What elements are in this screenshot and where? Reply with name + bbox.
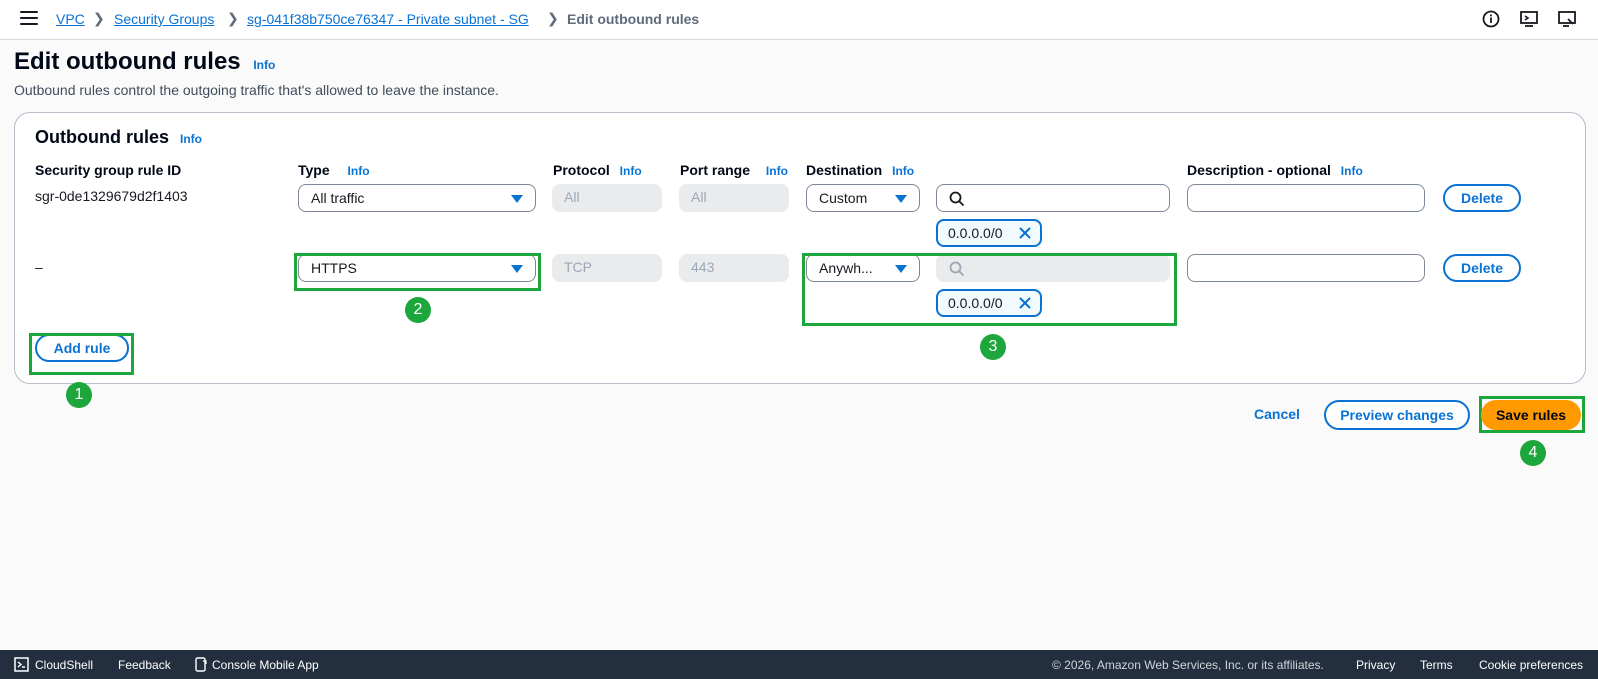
rule-id: sgr-0de1329679d2f1403 — [35, 188, 188, 204]
protocol-input: TCP — [552, 254, 662, 282]
cloudshell-icon — [14, 657, 29, 672]
type-select-value: All traffic — [311, 190, 365, 206]
column-header-destination-text: Destination — [806, 162, 883, 178]
chevron-right-icon: ❯ — [93, 10, 105, 26]
highlight-destination — [802, 253, 1177, 326]
description-input[interactable] — [1187, 184, 1425, 212]
page-description: Outbound rules control the outgoing traf… — [14, 82, 499, 98]
top-navigation-bar: VPC ❯ Security Groups ❯ sg-041f38b750ce7… — [0, 0, 1598, 40]
column-header-protocol: Protocol Info — [553, 162, 642, 178]
delete-button[interactable]: Delete — [1443, 184, 1521, 212]
port-range-input: 443 — [679, 254, 789, 282]
caret-down-icon — [895, 195, 907, 203]
column-header-description: Description - optional Info — [1187, 162, 1363, 178]
protocol-input: All — [552, 184, 662, 212]
footer: CloudShell Feedback Console Mobile App ©… — [0, 650, 1598, 679]
split-panel-icon[interactable] — [1557, 9, 1577, 29]
close-icon[interactable] — [1018, 226, 1032, 240]
description-info-link[interactable]: Info — [1341, 164, 1363, 178]
cancel-button[interactable]: Cancel — [1254, 406, 1300, 422]
breadcrumb-security-group[interactable]: sg-041f38b750ce76347 - Private subnet - … — [247, 11, 529, 27]
highlight-type-select — [294, 253, 541, 291]
step-marker-3: 3 — [980, 334, 1006, 360]
chevron-right-icon: ❯ — [547, 10, 559, 26]
footer-cloudshell-link[interactable]: CloudShell — [35, 658, 93, 672]
protocol-info-link[interactable]: Info — [620, 164, 642, 178]
page-title: Edit outbound rules Info — [14, 48, 275, 76]
column-header-destination: Destination Info — [806, 162, 914, 178]
column-header-port-range: Port range Info — [680, 162, 788, 178]
preview-changes-button[interactable]: Preview changes — [1324, 400, 1470, 430]
column-header-port-range-text: Port range — [680, 162, 751, 178]
chevron-right-icon: ❯ — [227, 10, 239, 26]
column-header-type-text: Type — [298, 162, 330, 178]
card-title-text: Outbound rules — [35, 127, 169, 147]
footer-cookie-preferences-link[interactable]: Cookie preferences — [1479, 658, 1583, 672]
column-header-protocol-text: Protocol — [553, 162, 610, 178]
save-rules-button[interactable]: Save rules — [1481, 400, 1581, 430]
column-header-description-text: Description - optional — [1187, 162, 1331, 178]
hamburger-menu-icon[interactable] — [20, 11, 38, 27]
card-title: Outbound rules Info — [35, 127, 202, 148]
info-circle-icon[interactable] — [1481, 9, 1501, 29]
breadcrumb-current: Edit outbound rules — [567, 11, 700, 27]
search-icon — [949, 191, 965, 207]
destination-search-input[interactable] — [936, 184, 1170, 212]
step-marker-1: 1 — [66, 382, 92, 408]
page-info-link[interactable]: Info — [253, 58, 275, 72]
destination-select-value: Custom — [819, 190, 868, 206]
mobile-app-icon — [195, 657, 207, 672]
breadcrumb-link-vpc[interactable]: VPC — [56, 11, 85, 27]
destination-token-text: 0.0.0.0/0 — [948, 225, 1003, 241]
outbound-rules-card: Outbound rules Info Security group rule … — [14, 112, 1586, 384]
destination-select[interactable]: Custom — [806, 184, 920, 212]
breadcrumb-vpc[interactable]: VPC — [56, 11, 85, 27]
column-header-rule-id: Security group rule ID — [35, 162, 182, 178]
footer-feedback-link[interactable]: Feedback — [118, 658, 171, 672]
rule-id: – — [35, 259, 43, 275]
footer-privacy-link[interactable]: Privacy — [1356, 658, 1395, 672]
breadcrumb-link-security-groups[interactable]: Security Groups — [114, 11, 214, 27]
destination-info-link[interactable]: Info — [892, 164, 914, 178]
footer-mobile-app-link[interactable]: Console Mobile App — [212, 658, 319, 672]
port-range-info-link[interactable]: Info — [766, 164, 788, 178]
type-select[interactable]: All traffic — [298, 184, 536, 212]
caret-down-icon — [511, 195, 523, 203]
type-info-link[interactable]: Info — [348, 164, 370, 178]
card-info-link[interactable]: Info — [180, 132, 202, 146]
breadcrumb-link-security-group[interactable]: sg-041f38b750ce76347 - Private subnet - … — [247, 11, 529, 27]
page-title-text: Edit outbound rules — [14, 48, 241, 75]
footer-terms-link[interactable]: Terms — [1420, 658, 1453, 672]
step-marker-4: 4 — [1520, 440, 1546, 466]
description-input[interactable] — [1187, 254, 1425, 282]
footer-copyright: © 2026, Amazon Web Services, Inc. or its… — [1052, 658, 1324, 672]
column-header-type: Type Info — [298, 162, 370, 178]
highlight-add-rule — [29, 333, 134, 375]
step-marker-2: 2 — [405, 297, 431, 323]
port-range-input: All — [679, 184, 789, 212]
breadcrumb-security-groups[interactable]: Security Groups — [114, 11, 214, 27]
destination-token: 0.0.0.0/0 — [936, 219, 1042, 247]
delete-button[interactable]: Delete — [1443, 254, 1521, 282]
feedback-screen-icon[interactable] — [1519, 9, 1539, 29]
